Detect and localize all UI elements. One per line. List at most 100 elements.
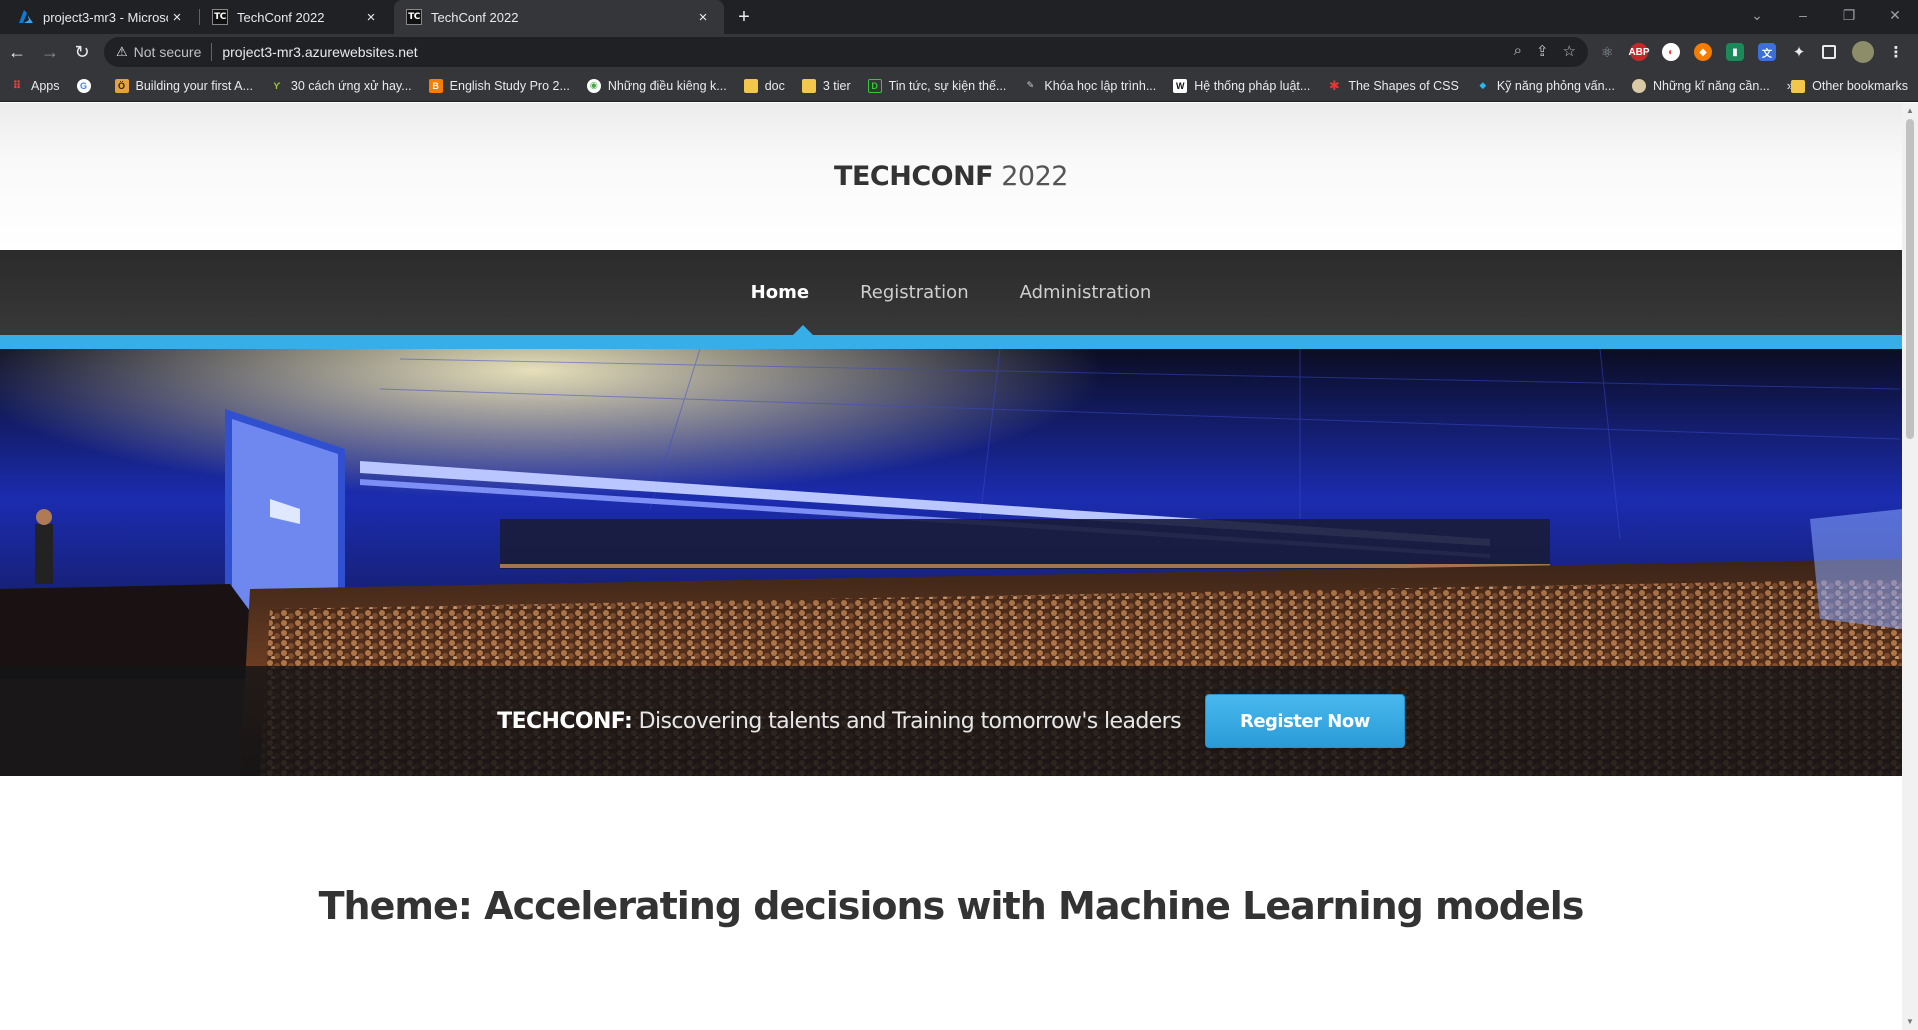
folder-icon	[743, 78, 758, 93]
new-tab-button[interactable]: +	[730, 5, 758, 29]
bookmark-item[interactable]: Ö Building your first A...	[114, 78, 253, 93]
scroll-down-icon[interactable]: ▼	[1905, 1017, 1915, 1027]
bookmark-apps[interactable]: ⠿ Apps	[10, 79, 60, 93]
extension-green-icon[interactable]: ▮	[1726, 43, 1744, 61]
tagline-text: Discovering talents and Training tomorro…	[632, 708, 1182, 734]
bookmark-icon	[1631, 78, 1646, 93]
browser-tab[interactable]: TC TechConf 2022 ×	[200, 0, 392, 34]
site-logo[interactable]: TECHCONF 2022	[834, 161, 1068, 192]
nav-administration[interactable]: Administration	[1020, 282, 1152, 303]
scroll-up-icon[interactable]: ▲	[1905, 106, 1915, 116]
reload-icon[interactable]: ↻	[68, 38, 96, 66]
page-scrollbar[interactable]: ▲ ▼	[1902, 103, 1918, 1030]
folder-icon	[1791, 79, 1806, 93]
zoom-icon[interactable]: ⌕	[1514, 42, 1522, 60]
register-now-button[interactable]: Register Now	[1204, 694, 1405, 748]
bookmark-label: Kỹ năng phỏng vấn...	[1496, 78, 1615, 93]
back-icon[interactable]: ←	[3, 38, 31, 66]
browser-toolbar: ← → ↻ ⚠ Not secure project3-mr3.azureweb…	[0, 34, 1918, 70]
bookmark-item[interactable]: ✱ The Shapes of CSS	[1327, 77, 1459, 93]
bookmark-icon: ϒ	[273, 80, 281, 91]
tab-title: project3-mr3 - Microsoft Azure	[43, 9, 168, 25]
bookmark-folder[interactable]: 3 tier	[801, 78, 851, 93]
hero-banner: TECHCONF: Discovering talents and Traini…	[0, 349, 1902, 776]
techconf-favicon: TC	[406, 9, 422, 25]
tagline-brand: TECHCONF:	[497, 708, 633, 734]
accent-rule	[0, 335, 1902, 349]
bookmark-item[interactable]: ◆ Kỹ năng phỏng vấn...	[1476, 79, 1615, 93]
nav-registration[interactable]: Registration	[860, 282, 969, 303]
menu-kebab-icon[interactable]: ⋮	[1887, 43, 1905, 61]
bookmark-label: Apps	[31, 78, 60, 93]
browser-tab-active[interactable]: TC TechConf 2022 ×	[394, 0, 724, 34]
bookmark-label: Other bookmarks	[1812, 79, 1908, 93]
theme-heading: Theme: Accelerating decisions with Machi…	[318, 884, 1585, 928]
close-tab-icon[interactable]: ×	[694, 8, 712, 26]
bookmark-icon: ✎	[1026, 80, 1035, 90]
nav-home[interactable]: Home	[751, 282, 809, 303]
url-text[interactable]: project3-mr3.azurewebsites.net	[222, 44, 417, 60]
bookmark-label: Những kĩ năng cần...	[1652, 78, 1770, 93]
bookmark-icon: D	[867, 78, 882, 93]
bookmark-star-icon[interactable]: ☆	[1563, 42, 1576, 60]
hero-tagline: TECHCONF: Discovering talents and Traini…	[497, 709, 1181, 734]
bookmark-icon: Ö	[114, 78, 129, 93]
site-header: TECHCONF 2022	[0, 103, 1902, 250]
bookmark-label: The Shapes of CSS	[1348, 78, 1459, 93]
bookmark-label: doc	[764, 78, 785, 93]
techconf-favicon: TC	[212, 9, 228, 25]
profile-avatar[interactable]	[1852, 41, 1874, 63]
bookmark-label: Tin tức, sự kiện thế...	[888, 78, 1007, 93]
minimize-icon[interactable]: –	[1780, 0, 1826, 30]
bookmark-item[interactable]: D Tin tức, sự kiện thế...	[867, 78, 1007, 93]
bookmark-icon: ◆	[1479, 80, 1487, 90]
bookmark-label: Hệ thống pháp luật...	[1194, 78, 1311, 93]
scrollbar-thumb[interactable]	[1906, 119, 1914, 439]
warning-icon[interactable]: ⚠	[116, 44, 128, 60]
restore-icon[interactable]: ❐	[1826, 0, 1872, 30]
translate-icon[interactable]: 文	[1758, 43, 1776, 61]
main-nav: Home Registration Administration	[0, 250, 1902, 335]
bookmark-item[interactable]: ✎ Khóa học lập trình...	[1023, 79, 1157, 93]
adblock-icon[interactable]: ABP	[1628, 43, 1650, 61]
bookmark-google[interactable]: G	[76, 78, 98, 93]
hero-caption-bar: TECHCONF: Discovering talents and Traini…	[0, 666, 1902, 776]
bookmarks-bar: ⠿ Apps G Ö Building your first A... ϒ 30…	[0, 70, 1918, 102]
blogger-icon: B	[428, 78, 443, 93]
bookmark-label: English Study Pro 2...	[449, 78, 570, 93]
active-nav-caret	[793, 325, 813, 335]
side-panel-icon[interactable]	[1822, 45, 1836, 59]
logo-year: 2022	[1001, 161, 1068, 192]
share-icon[interactable]: ⇪	[1536, 42, 1549, 60]
colorzilla-icon[interactable]: ◐	[1662, 43, 1680, 61]
other-bookmarks[interactable]: Other bookmarks	[1791, 70, 1908, 102]
address-bar[interactable]: ⚠ Not secure project3-mr3.azurewebsites.…	[104, 37, 1588, 67]
tab-search-icon[interactable]: ⌄	[1734, 0, 1780, 30]
browser-tab-strip: project3-mr3 - Microsoft Azure × TC Tech…	[0, 0, 1918, 34]
forward-icon[interactable]: →	[36, 38, 64, 66]
bookmark-item[interactable]: Những kĩ năng cần...	[1631, 78, 1770, 93]
tab-title: TechConf 2022	[431, 9, 519, 25]
bookmark-folder[interactable]: doc	[743, 78, 785, 93]
close-window-icon[interactable]: ✕	[1872, 0, 1918, 30]
css-icon: ✱	[1328, 77, 1340, 93]
react-devtools-icon[interactable]: ⚛	[1598, 43, 1616, 61]
bookmark-item[interactable]: B English Study Pro 2...	[428, 78, 570, 93]
folder-icon	[801, 78, 816, 93]
close-tab-icon[interactable]: ×	[362, 8, 380, 26]
bookmark-item[interactable]: ϒ 30 cách ứng xử hay...	[270, 79, 411, 93]
wikipedia-icon: W	[1173, 78, 1188, 93]
browser-tab[interactable]: project3-mr3 - Microsoft Azure ×	[6, 0, 198, 34]
bookmark-label: 3 tier	[822, 78, 851, 93]
security-label[interactable]: Not secure	[134, 44, 202, 60]
azure-icon	[18, 9, 34, 25]
web-page: TECHCONF 2022 Home Registration Administ…	[0, 103, 1902, 1030]
close-tab-icon[interactable]: ×	[168, 8, 186, 26]
metamask-icon[interactable]: ◆	[1694, 43, 1712, 61]
bookmark-item[interactable]: W Hệ thống pháp luật...	[1173, 78, 1311, 93]
google-icon: G	[76, 78, 91, 93]
bookmark-item[interactable]: ◉ Những điều kiêng k...	[586, 78, 727, 93]
address-divider	[211, 43, 213, 61]
extensions-puzzle-icon[interactable]: ✦	[1790, 43, 1808, 61]
apps-grid-icon: ⠿	[12, 80, 22, 92]
